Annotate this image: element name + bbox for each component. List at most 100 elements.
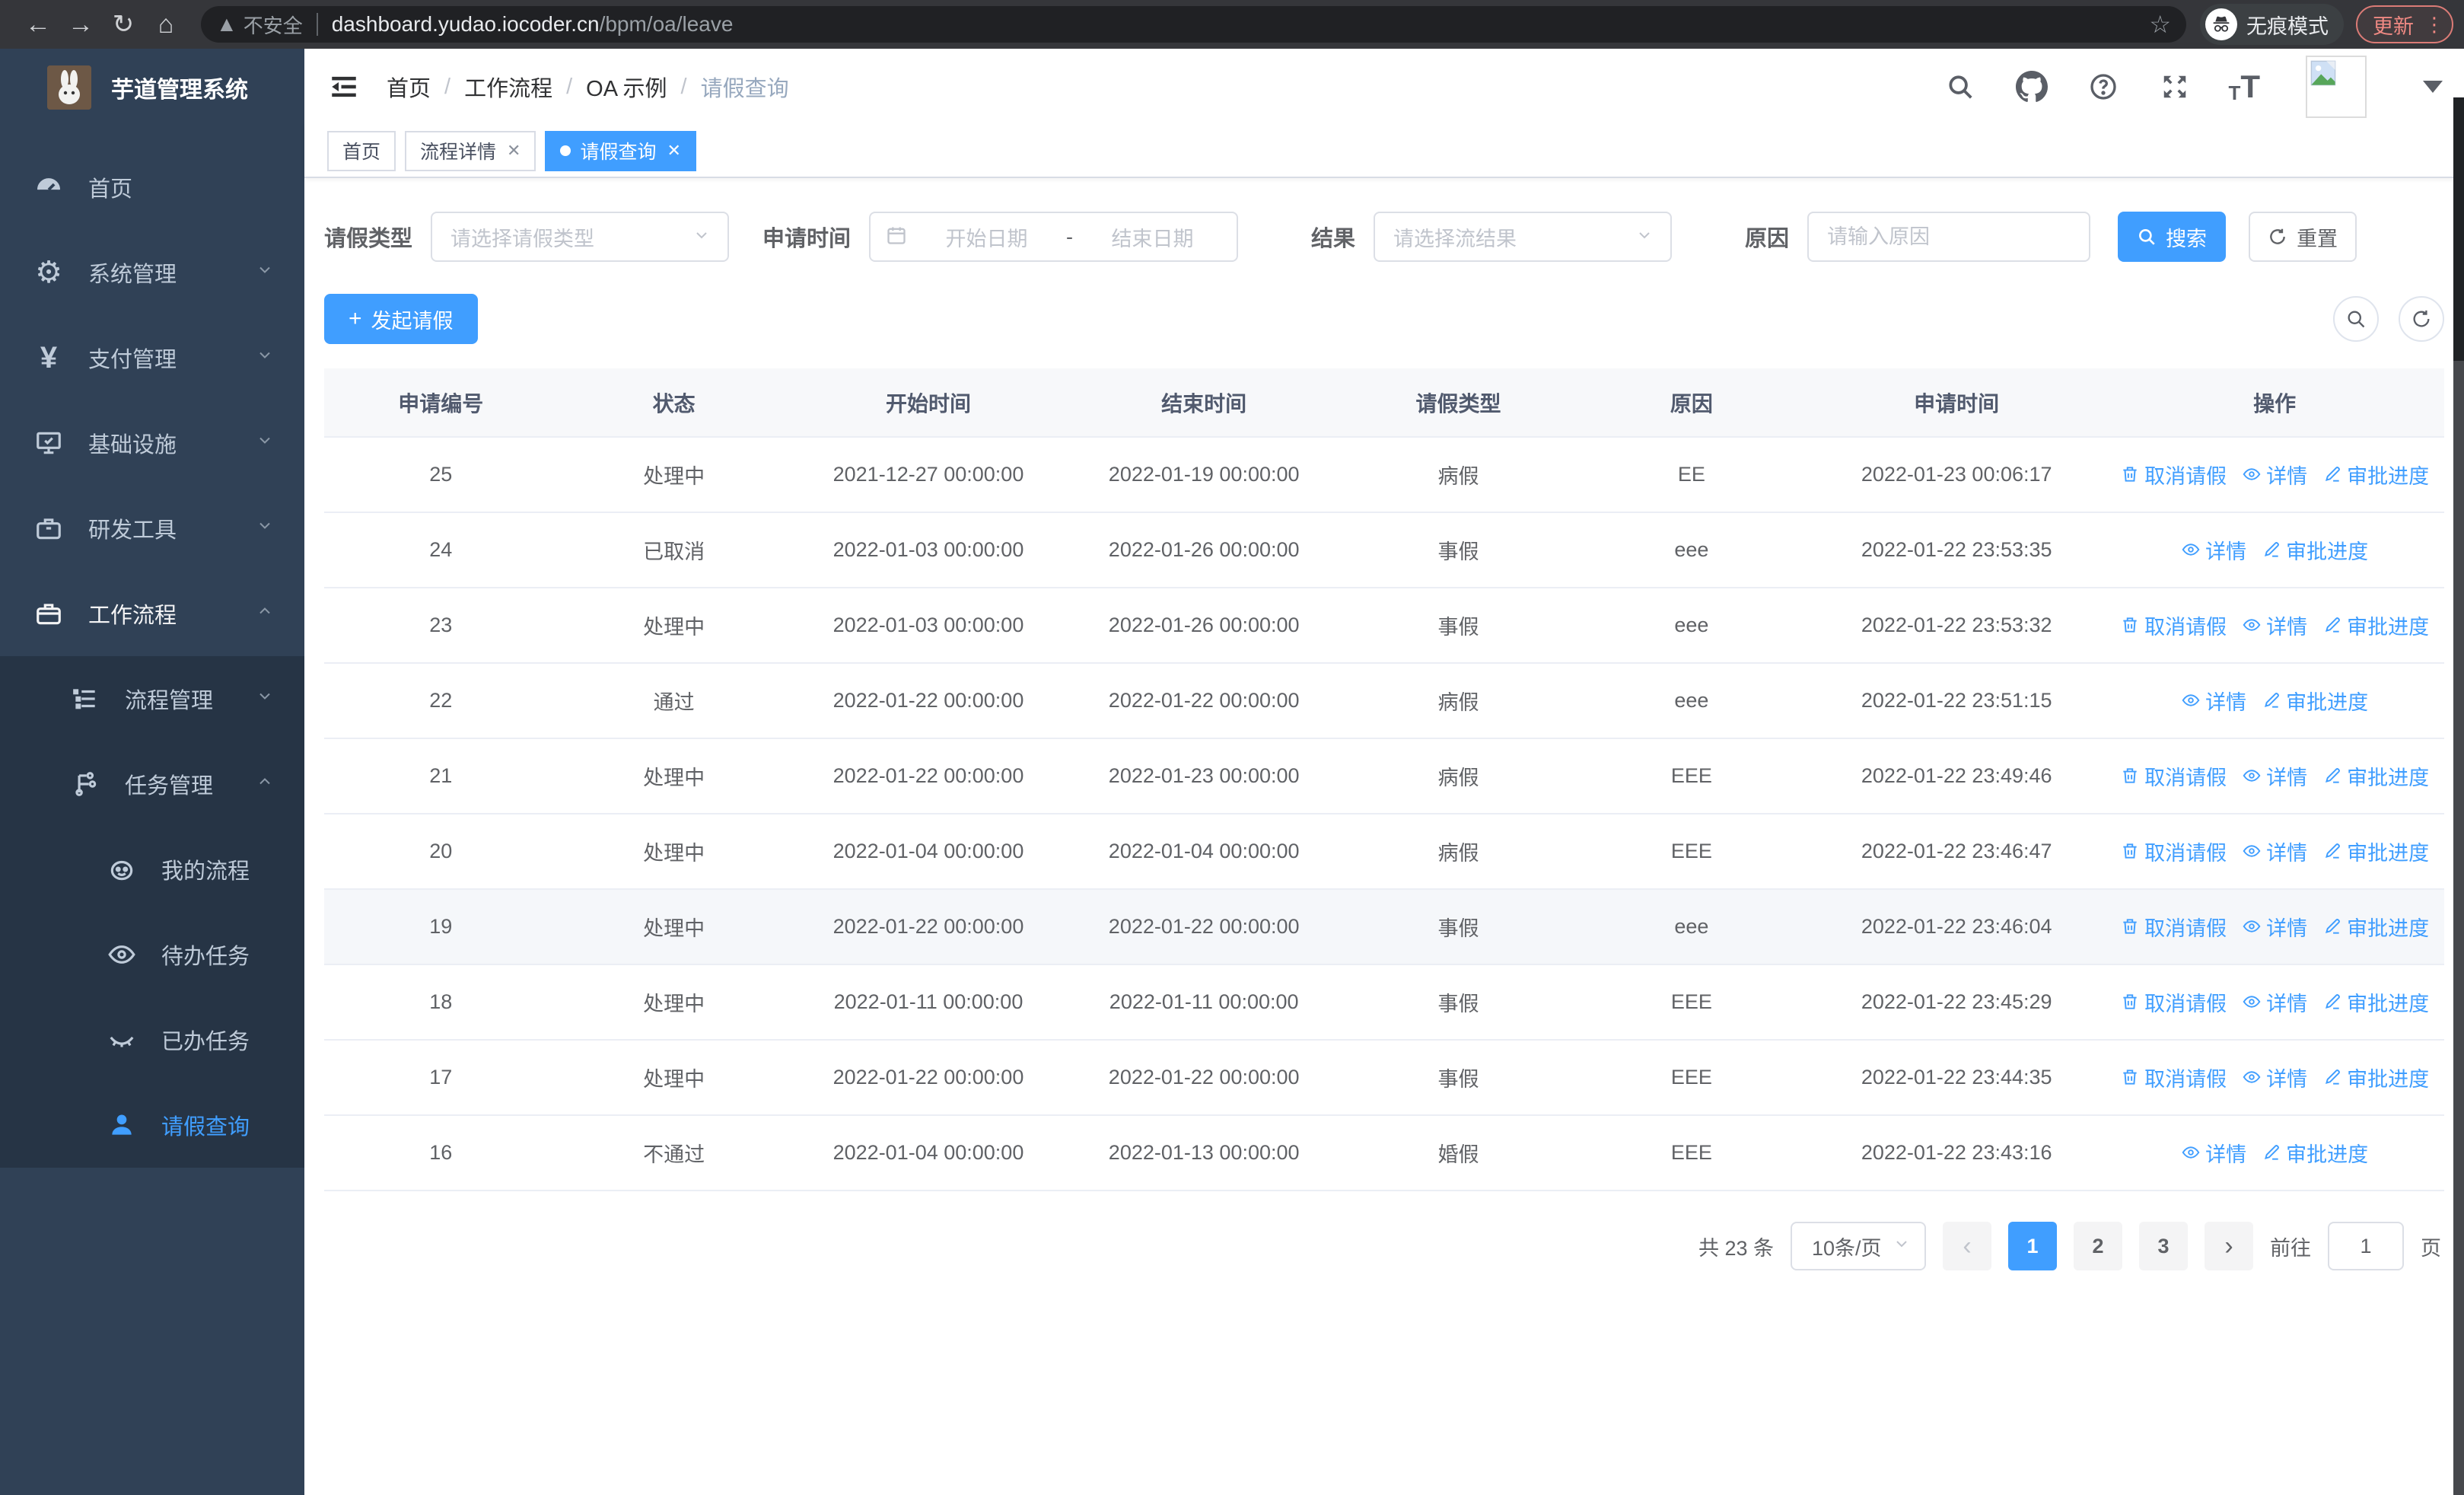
cancel-leave-link[interactable]: 取消请假 bbox=[2120, 912, 2227, 942]
page-button-1[interactable]: 1 bbox=[2008, 1222, 2057, 1270]
next-page-button[interactable]: › bbox=[2205, 1222, 2253, 1270]
close-icon[interactable]: ✕ bbox=[507, 141, 520, 161]
sidebar-item-done-tasks[interactable]: 已办任务 bbox=[0, 997, 304, 1082]
sidebar-item-dev-tools[interactable]: 研发工具 bbox=[0, 486, 304, 571]
avatar-dropdown-caret-icon[interactable] bbox=[2423, 81, 2443, 93]
range-separator: - bbox=[1066, 225, 1074, 248]
sidebar-item-workflow[interactable]: 工作流程 bbox=[0, 571, 304, 656]
cancel-leave-link[interactable]: 取消请假 bbox=[2120, 460, 2227, 489]
detail-link[interactable]: 详情 bbox=[2181, 1138, 2246, 1168]
approval-progress-link[interactable]: 审批进度 bbox=[2322, 1063, 2429, 1092]
scrollbar-thumb[interactable] bbox=[2453, 97, 2464, 361]
toggle-search-button[interactable] bbox=[2333, 296, 2379, 342]
approval-progress-link[interactable]: 审批进度 bbox=[2322, 610, 2429, 640]
result-select[interactable]: 请选择流结果 bbox=[1374, 212, 1673, 262]
cell-actions: 取消请假 详情 审批进度 bbox=[2105, 588, 2444, 664]
fullscreen-icon[interactable] bbox=[2157, 69, 2193, 105]
detail-link[interactable]: 详情 bbox=[2242, 987, 2307, 1017]
cancel-leave-link[interactable]: 取消请假 bbox=[2120, 761, 2227, 791]
approval-progress-link[interactable]: 审批进度 bbox=[2322, 837, 2429, 866]
browser-scrollbar[interactable] bbox=[2453, 97, 2464, 1495]
sidebar-item-process-mgmt[interactable]: 流程管理 bbox=[0, 656, 304, 741]
browser-menu-icon[interactable]: ⋮ bbox=[2424, 14, 2444, 34]
table-row: 19 处理中 2022-01-22 00:00:00 2022-01-22 00:00… bbox=[324, 889, 2444, 965]
select-placeholder: 请选择流结果 bbox=[1393, 227, 1517, 250]
sidebar-item-my-process[interactable]: 我的流程 bbox=[0, 827, 304, 912]
detail-link[interactable]: 详情 bbox=[2242, 610, 2307, 640]
cell-apply-time: 2022-01-22 23:46:47 bbox=[1808, 814, 2106, 890]
leave-type-label: 请假类型 bbox=[324, 227, 413, 251]
cancel-leave-link[interactable]: 取消请假 bbox=[2120, 610, 2227, 640]
reason-input[interactable] bbox=[1827, 225, 2071, 249]
browser-reload-icon[interactable]: ↻ bbox=[102, 3, 145, 46]
page-size-select[interactable]: 10条/页 bbox=[1791, 1222, 1926, 1270]
cell-end-time: 2022-01-19 00:00:00 bbox=[1066, 437, 1342, 513]
col-apply-time: 申请时间 bbox=[1808, 368, 2106, 437]
tab-process-detail[interactable]: 流程详情 ✕ bbox=[405, 130, 536, 171]
leave-table: 申请编号 状态 开始时间 结束时间 请假类型 原因 申请时间 操作 25 处理中 2… bbox=[324, 368, 2444, 1191]
cancel-leave-link[interactable]: 取消请假 bbox=[2120, 1063, 2227, 1092]
detail-link[interactable]: 详情 bbox=[2242, 1063, 2307, 1092]
table-body: 25 处理中 2021-12-27 00:00:00 2022-01-19 00:00… bbox=[324, 437, 2444, 1191]
help-icon[interactable] bbox=[2085, 69, 2122, 105]
address-bar[interactable]: ▲ 不安全 dashboard.yudao.iocoder.cn/bpm/oa/l… bbox=[201, 6, 2186, 43]
cell-actions: 取消请假 详情 审批进度 bbox=[2105, 437, 2444, 513]
approval-progress-link[interactable]: 审批进度 bbox=[2262, 535, 2368, 565]
browser-update-button[interactable]: 更新 ⋮ bbox=[2356, 5, 2453, 43]
detail-link[interactable]: 详情 bbox=[2181, 535, 2246, 565]
breadcrumb-oa-example[interactable]: OA 示例 bbox=[586, 71, 667, 103]
search-icon[interactable] bbox=[1942, 69, 1979, 105]
chevron-up-icon bbox=[256, 601, 274, 626]
sidebar-item-label: 首页 bbox=[88, 177, 133, 202]
sidebar-item-leave-query[interactable]: 请假查询 bbox=[0, 1082, 304, 1168]
cancel-leave-link[interactable]: 取消请假 bbox=[2120, 987, 2227, 1017]
approval-progress-link[interactable]: 审批进度 bbox=[2262, 686, 2368, 716]
goto-page-input[interactable] bbox=[2328, 1222, 2404, 1270]
browser-back-icon[interactable]: ← bbox=[17, 3, 59, 46]
date-range-picker[interactable]: 开始日期 - 结束日期 bbox=[869, 212, 1239, 262]
sidebar-item-system[interactable]: ⚙ 系统管理 bbox=[0, 230, 304, 315]
cell-status: 处理中 bbox=[557, 814, 791, 890]
browser-forward-icon[interactable]: → bbox=[59, 3, 102, 46]
detail-link[interactable]: 详情 bbox=[2242, 837, 2307, 866]
prev-page-button[interactable]: ‹ bbox=[1943, 1222, 1991, 1270]
breadcrumb-workflow[interactable]: 工作流程 bbox=[464, 71, 552, 103]
sidebar-item-home[interactable]: 首页 bbox=[0, 145, 304, 230]
avatar[interactable] bbox=[2306, 56, 2367, 118]
browser-home-icon[interactable]: ⌂ bbox=[145, 3, 187, 46]
page-content: 请假类型 请选择请假类型 申请时间 开始日期 - 结束日期 结果 请选择流结果 bbox=[304, 178, 2464, 1495]
sidebar-item-task-mgmt[interactable]: 任务管理 bbox=[0, 741, 304, 827]
detail-link[interactable]: 详情 bbox=[2181, 686, 2246, 716]
bookmark-star-icon[interactable]: ☆ bbox=[2149, 10, 2171, 39]
font-size-icon[interactable]: TT bbox=[2228, 71, 2260, 104]
search-button[interactable]: 搜索 bbox=[2118, 212, 2227, 262]
cell-end-time: 2022-01-26 00:00:00 bbox=[1066, 512, 1342, 588]
page-button-2[interactable]: 2 bbox=[2074, 1222, 2122, 1270]
tab-leave-query[interactable]: 请假查询 ✕ bbox=[545, 130, 696, 171]
detail-link[interactable]: 详情 bbox=[2242, 761, 2307, 791]
refresh-button[interactable] bbox=[2399, 296, 2444, 342]
app-title: 芋道管理系统 bbox=[111, 78, 248, 103]
github-icon[interactable] bbox=[2014, 69, 2050, 105]
page-button-3[interactable]: 3 bbox=[2139, 1222, 2188, 1270]
logo[interactable]: 芋道管理系统 bbox=[0, 49, 304, 126]
approval-progress-link[interactable]: 审批进度 bbox=[2322, 912, 2429, 942]
create-leave-button[interactable]: + 发起请假 bbox=[324, 294, 478, 344]
tab-home[interactable]: 首页 bbox=[327, 130, 396, 171]
approval-progress-link[interactable]: 审批进度 bbox=[2322, 761, 2429, 791]
reset-button[interactable]: 重置 bbox=[2249, 212, 2357, 262]
detail-link[interactable]: 详情 bbox=[2242, 460, 2307, 489]
breadcrumb-home[interactable]: 首页 bbox=[387, 71, 431, 103]
cancel-leave-link[interactable]: 取消请假 bbox=[2120, 837, 2227, 866]
collapse-sidebar-icon[interactable] bbox=[327, 70, 361, 104]
sidebar-item-todo-tasks[interactable]: 待办任务 bbox=[0, 912, 304, 997]
sidebar-item-payment[interactable]: ¥ 支付管理 bbox=[0, 315, 304, 400]
sidebar-item-infrastructure[interactable]: 基础设施 bbox=[0, 400, 304, 486]
approval-progress-link[interactable]: 审批进度 bbox=[2322, 987, 2429, 1017]
close-icon[interactable]: ✕ bbox=[667, 141, 680, 161]
security-warning[interactable]: ▲ 不安全 bbox=[216, 11, 303, 39]
detail-link[interactable]: 详情 bbox=[2242, 912, 2307, 942]
approval-progress-link[interactable]: 审批进度 bbox=[2322, 460, 2429, 489]
leave-type-select[interactable]: 请选择请假类型 bbox=[431, 212, 730, 262]
approval-progress-link[interactable]: 审批进度 bbox=[2262, 1138, 2368, 1168]
